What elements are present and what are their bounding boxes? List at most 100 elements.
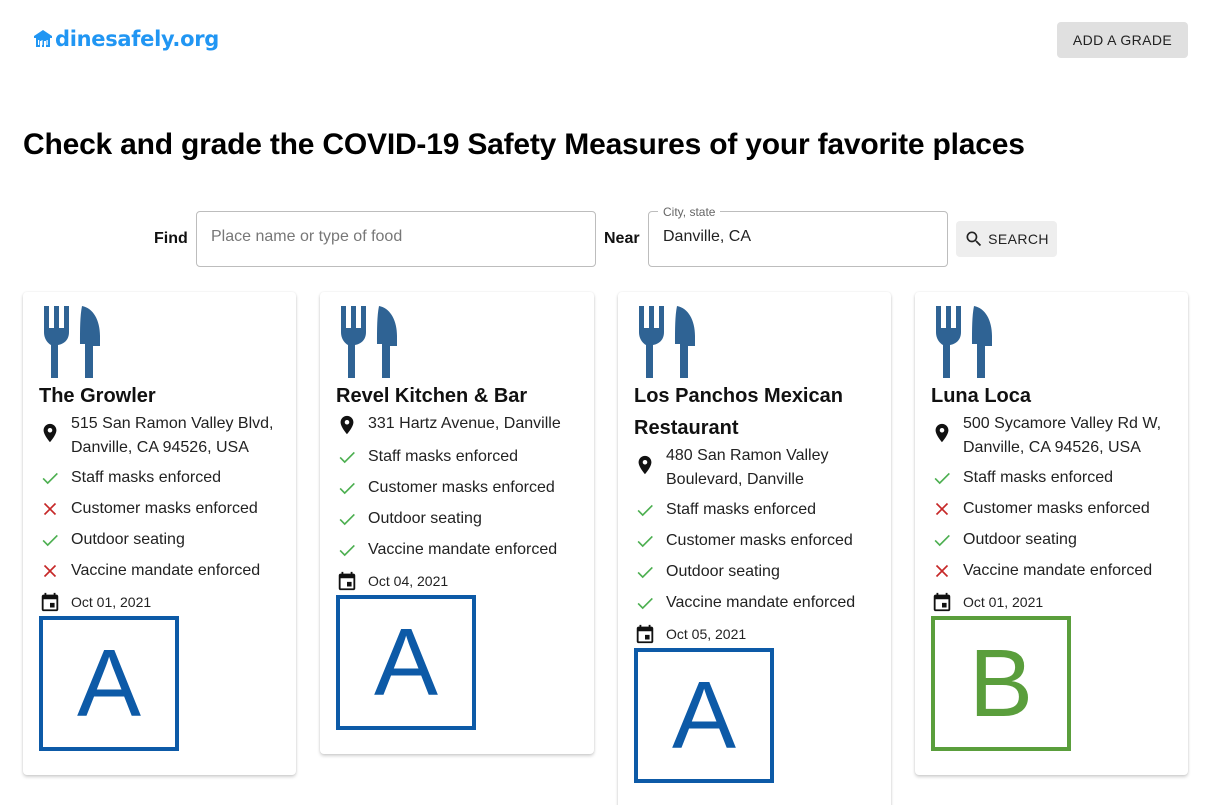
cross-icon	[931, 560, 953, 582]
feature-label: Vaccine mandate enforced	[963, 562, 1153, 579]
cross-icon	[931, 498, 953, 520]
feature-label: Staff masks enforced	[963, 469, 1113, 486]
feature-label: Staff masks enforced	[71, 469, 221, 486]
near-field: City, state	[648, 205, 948, 267]
check-icon	[931, 529, 953, 551]
date-label: Oct 01, 2021	[71, 594, 152, 610]
check-icon	[634, 561, 656, 583]
restaurant-address: 500 Sycamore Valley Rd W, Danville, CA 94…	[931, 412, 1161, 460]
check-icon	[931, 467, 953, 489]
location-pin-icon	[634, 454, 656, 476]
feature-row: Customer masks enforced	[634, 529, 853, 553]
feature-row: Staff masks enforced	[39, 466, 221, 490]
address-line: 500 Sycamore Valley Rd W,	[963, 415, 1162, 432]
feature-label: Customer masks enforced	[963, 500, 1150, 517]
check-icon	[39, 529, 61, 551]
feature-label: Vaccine mandate enforced	[666, 594, 856, 611]
feature-row: Vaccine mandate enforced	[336, 538, 557, 562]
restaurant-address: 515 San Ramon Valley Blvd, Danville, CA 9…	[39, 412, 273, 460]
feature-row: Vaccine mandate enforced	[634, 591, 855, 615]
restaurant-name[interactable]: Luna Loca	[931, 380, 1031, 412]
find-input[interactable]	[211, 228, 571, 246]
address-line: 515 San Ramon Valley Blvd,	[71, 415, 274, 432]
calendar-icon	[931, 591, 953, 613]
logo-text: dinesafely.org	[55, 27, 220, 51]
feature-row: Outdoor seating	[931, 528, 1077, 552]
grade-date: Oct 04, 2021	[336, 569, 448, 593]
address-line: Danville, CA 94526, USA	[71, 439, 249, 456]
restaurant-card[interactable]: The Growler 515 San Ramon Valley Blvd, Da…	[23, 292, 296, 775]
date-label: Oct 05, 2021	[666, 626, 747, 642]
location-pin-icon	[39, 422, 61, 444]
cutlery-icon	[637, 306, 697, 378]
feature-row: Outdoor seating	[39, 528, 185, 552]
cutlery-icon	[339, 306, 399, 378]
check-icon	[336, 508, 358, 530]
restaurant-name[interactable]: The Growler	[39, 380, 156, 412]
find-field	[196, 211, 596, 267]
calendar-icon	[39, 591, 61, 613]
feature-label: Outdoor seating	[666, 563, 780, 580]
feature-label: Outdoor seating	[368, 510, 482, 527]
feature-row: Customer masks enforced	[336, 476, 555, 500]
address-line: Boulevard, Danville	[666, 471, 804, 488]
grade-date: Oct 01, 2021	[931, 590, 1043, 614]
feature-label: Staff masks enforced	[666, 501, 816, 518]
check-icon	[39, 467, 61, 489]
cross-icon	[39, 498, 61, 520]
search-button[interactable]: SEARCH	[956, 221, 1057, 257]
location-pin-icon	[336, 414, 358, 436]
address-line: 480 San Ramon Valley	[666, 447, 829, 464]
restaurant-address: 331 Hartz Avenue, Danville	[336, 412, 561, 436]
check-icon	[634, 592, 656, 614]
check-icon	[634, 530, 656, 552]
grade-date: Oct 05, 2021	[634, 622, 746, 646]
restaurant-address: 480 San Ramon Valley Boulevard, Danville	[634, 444, 828, 492]
search-bar: Find Near City, state SEARCH	[0, 205, 1212, 268]
feature-label: Outdoor seating	[963, 531, 1077, 548]
feature-row: Outdoor seating	[336, 507, 482, 531]
search-icon	[966, 231, 982, 247]
grade-badge: B	[931, 616, 1071, 751]
restaurant-name-line: Los Panchos Mexican	[634, 385, 843, 407]
calendar-icon	[336, 570, 358, 592]
feature-row: Vaccine mandate enforced	[39, 559, 260, 583]
grade-date: Oct 01, 2021	[39, 590, 151, 614]
location-input[interactable]	[663, 228, 923, 246]
near-field-legend: City, state	[658, 205, 721, 219]
cutlery-icon	[42, 306, 102, 378]
restaurant-card[interactable]: Revel Kitchen & Bar 331 Hartz Avenue, Da…	[320, 292, 594, 754]
date-label: Oct 01, 2021	[963, 594, 1044, 610]
restaurant-name[interactable]: Los Panchos Mexican Restaurant	[634, 380, 843, 444]
feature-label: Vaccine mandate enforced	[71, 562, 261, 579]
search-button-label: SEARCH	[988, 231, 1049, 247]
check-icon	[336, 446, 358, 468]
check-icon	[336, 477, 358, 499]
find-label: Find	[154, 230, 188, 247]
cross-icon	[39, 560, 61, 582]
logo[interactable]: dinesafely.org	[32, 27, 219, 51]
restaurant-card[interactable]: Luna Loca 500 Sycamore Valley Rd W, Danvi…	[915, 292, 1188, 775]
restaurant-card[interactable]: Los Panchos Mexican Restaurant 480 San R…	[618, 292, 891, 805]
feature-row: Customer masks enforced	[931, 497, 1150, 521]
feature-label: Vaccine mandate enforced	[368, 541, 558, 558]
feature-row: Staff masks enforced	[634, 498, 816, 522]
restaurant-logo-icon	[34, 30, 52, 47]
location-pin-icon	[931, 422, 953, 444]
check-icon	[336, 539, 358, 561]
cutlery-icon	[934, 306, 994, 378]
feature-row: Customer masks enforced	[39, 497, 258, 521]
feature-label: Customer masks enforced	[71, 500, 258, 517]
feature-label: Outdoor seating	[71, 531, 185, 548]
restaurant-name[interactable]: Revel Kitchen & Bar	[336, 380, 527, 412]
near-label: Near	[604, 230, 640, 247]
feature-row: Vaccine mandate enforced	[931, 559, 1152, 583]
feature-label: Customer masks enforced	[368, 479, 555, 496]
grade-badge: A	[336, 595, 476, 730]
add-grade-button[interactable]: ADD A GRADE	[1057, 22, 1188, 58]
feature-label: Staff masks enforced	[368, 448, 518, 465]
feature-label: Customer masks enforced	[666, 532, 853, 549]
feature-row: Staff masks enforced	[336, 445, 518, 469]
restaurant-name-line: Restaurant	[634, 417, 739, 439]
grade-badge: A	[39, 616, 179, 751]
